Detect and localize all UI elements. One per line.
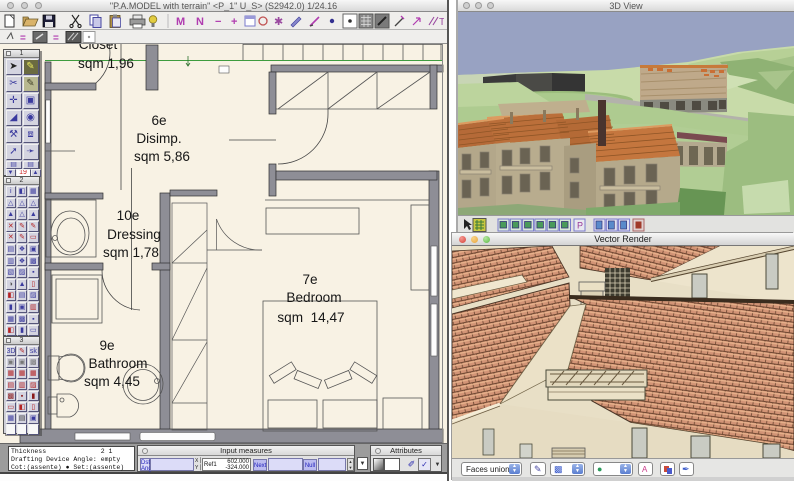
svg-text:6e: 6e: [151, 113, 166, 128]
svg-text:+: +: [231, 16, 237, 28]
svg-text:Closet: Closet: [79, 44, 118, 52]
svg-text:sqm 1,78: sqm 1,78: [103, 245, 159, 260]
svg-text:9e: 9e: [99, 338, 114, 353]
svg-text:Dressing: Dressing: [107, 227, 161, 242]
svg-text:=: =: [20, 33, 26, 44]
svg-text:−: −: [215, 16, 221, 28]
svg-text:N: N: [196, 16, 204, 28]
svg-text:7e: 7e: [302, 272, 317, 287]
svg-text:Bedroom: Bedroom: [286, 290, 341, 305]
svg-text:sqm 1,96: sqm 1,96: [78, 56, 134, 71]
svg-text:Disimp.: Disimp.: [136, 131, 181, 146]
svg-text:T: T: [439, 17, 444, 28]
svg-text:M: M: [176, 16, 185, 28]
svg-text:sqm 4,45: sqm 4,45: [84, 374, 140, 389]
svg-text:✱: ✱: [274, 16, 283, 28]
svg-text:=: =: [53, 33, 59, 44]
svg-text:Bathroom: Bathroom: [89, 356, 148, 371]
svg-text:10e: 10e: [117, 208, 140, 223]
svg-text:P: P: [577, 221, 583, 231]
svg-text:sqm 14,47: sqm 14,47: [277, 310, 344, 325]
svg-text:sqm 5,86: sqm 5,86: [134, 149, 190, 164]
